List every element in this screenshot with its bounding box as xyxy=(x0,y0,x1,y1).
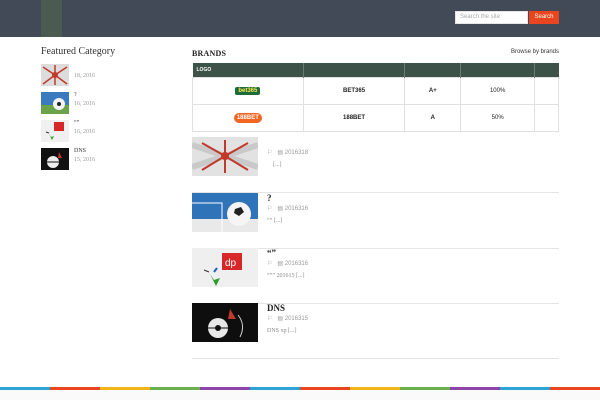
sidebar-item-title[interactable]: “” xyxy=(74,120,79,126)
sidebar-title: Featured Category xyxy=(41,46,116,57)
tag-icon: ⚐ xyxy=(267,206,273,212)
post-date: 2016315 xyxy=(284,316,309,322)
post-thumbnail[interactable]: dp xyxy=(192,248,258,287)
browse-brands-link[interactable]: Browse by brands xyxy=(511,49,559,55)
calendar-icon: ▤ xyxy=(277,316,284,322)
sidebar-item[interactable]: “” 16, 2016 xyxy=(41,120,171,142)
post-excerpt: “”” 201615 [...] xyxy=(267,273,305,279)
post-meta: ⚐ ▤ 2016316 xyxy=(267,260,308,267)
table-row[interactable]: 188BET 188BET A 50% xyxy=(192,103,559,132)
tag-icon: ⚐ xyxy=(267,316,273,322)
post-title[interactable]: “” xyxy=(267,248,276,258)
sidebar: Featured Category 18, 2016 ? 16, 2016 “”… xyxy=(41,46,171,170)
sidebar-item[interactable]: DNS 15, 2016 xyxy=(41,148,171,170)
188bet-logo[interactable]: 188BET xyxy=(233,112,262,123)
post-item: ⚐ ▤ 2016318 [...] xyxy=(192,137,559,193)
sidebar-item-date: 16, 2016 xyxy=(74,129,95,135)
post-date: 2016316 xyxy=(284,261,309,267)
brand-extra xyxy=(534,103,559,132)
brand-name: BET365 xyxy=(302,76,406,105)
sidebar-item-date: 15, 2016 xyxy=(74,157,95,163)
top-bar: Search the site Search xyxy=(0,0,600,37)
brands-table: LOGO bet365 BET365 A+ 100% 188BET 188BET… xyxy=(192,63,559,132)
post-excerpt: DNS xp [...] xyxy=(267,328,297,334)
table-row[interactable]: bet365 BET365 A+ 100% xyxy=(192,76,559,105)
post-date: 2016318 xyxy=(284,150,309,156)
calendar-icon: ▤ xyxy=(277,150,284,156)
sidebar-thumb[interactable] xyxy=(41,148,69,170)
sidebar-item-date: 18, 2016 xyxy=(74,73,95,79)
post-title[interactable]: DNS xyxy=(267,303,285,313)
brands-table-header: LOGO xyxy=(192,63,559,77)
column-header-extra xyxy=(534,63,559,77)
post-excerpt: [...] xyxy=(273,162,282,168)
brand-percent: 50% xyxy=(460,103,536,132)
post-meta: ⚐ ▤ 2016318 xyxy=(267,149,308,156)
post-thumbnail[interactable] xyxy=(192,193,258,232)
tag-icon: ⚐ xyxy=(267,150,273,156)
sidebar-thumb[interactable] xyxy=(41,120,69,142)
post-meta: ⚐ ▤ 2016316 xyxy=(267,205,308,212)
footer xyxy=(0,390,600,400)
sidebar-item-title[interactable]: ? xyxy=(74,92,77,98)
brand-logo[interactable]: bet365 xyxy=(192,76,304,105)
bet365-logo[interactable]: bet365 xyxy=(235,86,261,95)
sidebar-thumb[interactable] xyxy=(41,92,69,114)
column-header-name xyxy=(303,63,406,77)
column-header-grade xyxy=(404,63,462,77)
calendar-icon: ▤ xyxy=(277,261,284,267)
tag-icon: ⚐ xyxy=(267,261,273,267)
sidebar-thumb[interactable] xyxy=(41,64,69,86)
brand-extra xyxy=(534,76,559,105)
brand-name: 188BET xyxy=(302,103,406,132)
column-header-logo: LOGO xyxy=(192,63,304,77)
post-thumbnail[interactable] xyxy=(192,137,258,176)
brand-grade: A+ xyxy=(404,76,462,105)
post-item: dp “” ⚐ ▤ 2016316 “”” 201615 [...] xyxy=(192,248,559,304)
search-button[interactable]: Search xyxy=(529,11,559,24)
post-meta: ⚐ ▤ 2016315 xyxy=(267,315,308,322)
post-item: ? ⚐ ▤ 2016316 “” [...] xyxy=(192,193,559,249)
sidebar-item[interactable]: 18, 2016 xyxy=(41,64,171,86)
brand-percent: 100% xyxy=(460,76,536,105)
post-thumbnail[interactable] xyxy=(192,303,258,342)
brand-logo[interactable]: 188BET xyxy=(192,103,304,132)
top-bar-accent xyxy=(41,0,62,37)
post-date: 2016316 xyxy=(284,206,309,212)
post-excerpt: “” [...] xyxy=(267,218,283,224)
sidebar-item-title[interactable]: DNS xyxy=(74,148,86,154)
calendar-icon: ▤ xyxy=(277,206,284,212)
brand-grade: A xyxy=(404,103,462,132)
post-item: DNS ⚐ ▤ 2016315 DNS xp [...] xyxy=(192,303,559,359)
svg-text:dp: dp xyxy=(225,258,237,269)
post-title[interactable]: ? xyxy=(267,193,272,203)
search-input[interactable]: Search the site xyxy=(455,11,528,24)
sidebar-item-date: 16, 2016 xyxy=(74,101,95,107)
brands-title: BRANDS xyxy=(192,49,227,58)
sidebar-item[interactable]: ? 16, 2016 xyxy=(41,92,171,114)
column-header-percent xyxy=(460,63,536,77)
